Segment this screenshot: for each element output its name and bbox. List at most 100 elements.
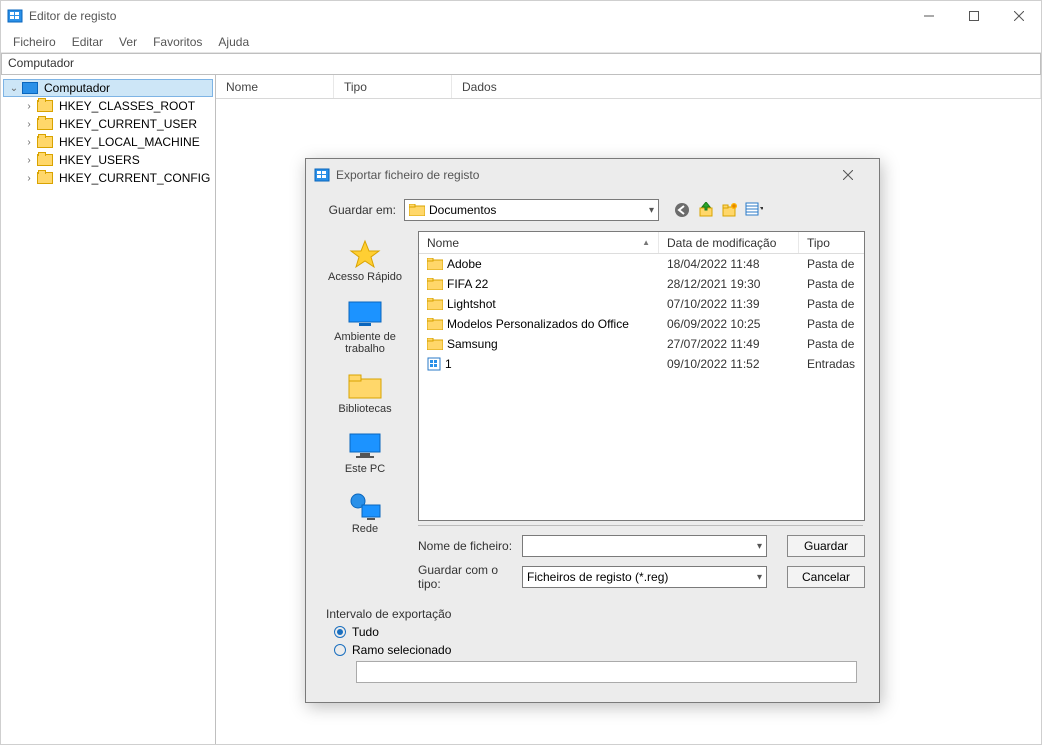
file-type: Pasta de: [799, 337, 864, 351]
tree-node-label: HKEY_LOCAL_MACHINE: [59, 135, 200, 149]
dialog-title: Exportar ficheiro de registo: [336, 168, 479, 182]
address-bar[interactable]: Computador: [1, 53, 1041, 75]
this-pc-shortcut[interactable]: Este PC: [321, 427, 409, 483]
file-row[interactable]: 109/10/2022 11:52Entradas: [419, 354, 864, 374]
dialog-close-button[interactable]: [843, 170, 871, 180]
menu-view[interactable]: Ver: [113, 33, 143, 51]
filelist-col-date[interactable]: Data de modificação: [659, 232, 799, 253]
list-header: Nome Tipo Dados: [216, 75, 1041, 99]
radio-icon: [334, 626, 346, 638]
desktop-icon: [347, 299, 383, 329]
network-shortcut[interactable]: Rede: [321, 487, 409, 543]
radio-icon: [334, 644, 346, 656]
titlebar: Editor de registo: [1, 1, 1041, 31]
chevron-right-icon[interactable]: ›: [23, 173, 35, 184]
tree-node[interactable]: › HKEY_CURRENT_USER: [3, 115, 213, 133]
file-row[interactable]: Lightshot 07/10/2022 11:39Pasta de: [419, 294, 864, 314]
folder-icon: [427, 258, 443, 270]
col-data[interactable]: Dados: [452, 75, 1041, 98]
tree-pane: ⌄ Computador › HKEY_CLASSES_ROOT › HKEY_CUR…: [1, 75, 216, 744]
folder-icon: [37, 136, 53, 148]
folder-icon: [37, 154, 53, 166]
file-list[interactable]: Nome ▲ Data de modificação Tipo Adobe 18/…: [418, 231, 865, 521]
minimize-button[interactable]: [906, 1, 951, 31]
dialog-titlebar: Exportar ficheiro de registo: [306, 159, 879, 191]
chevron-right-icon[interactable]: ›: [23, 137, 35, 148]
radio-branch[interactable]: Ramo selecionado: [334, 643, 859, 657]
folder-icon: [37, 172, 53, 184]
tree-root[interactable]: ⌄ Computador: [3, 79, 213, 97]
save-in-value: Documentos: [429, 203, 496, 217]
filelist-col-type[interactable]: Tipo: [799, 232, 864, 253]
file-name: FIFA 22: [447, 277, 488, 291]
col-type[interactable]: Tipo: [334, 75, 452, 98]
file-name: 1: [445, 357, 452, 371]
desktop-shortcut[interactable]: Ambiente de trabalho: [321, 295, 409, 363]
menu-help[interactable]: Ajuda: [212, 33, 255, 51]
file-type: Pasta de: [799, 297, 864, 311]
folder-icon: [409, 204, 425, 216]
folder-icon: [37, 100, 53, 112]
file-date: 18/04/2022 11:48: [659, 257, 799, 271]
file-date: 09/10/2022 11:52: [659, 357, 799, 371]
tree-node-label: HKEY_USERS: [59, 153, 140, 167]
folder-icon: [427, 278, 443, 290]
file-date: 27/07/2022 11:49: [659, 337, 799, 351]
savetype-combo[interactable]: Ficheiros de registo (*.reg) ▾: [522, 566, 767, 588]
chevron-right-icon[interactable]: ›: [23, 155, 35, 166]
maximize-button[interactable]: [951, 1, 996, 31]
tree-node[interactable]: › HKEY_USERS: [3, 151, 213, 169]
close-button[interactable]: [996, 1, 1041, 31]
filename-label: Nome de ficheiro:: [418, 539, 516, 553]
savetype-label: Guardar com o tipo:: [418, 563, 516, 591]
menubar: Ficheiro Editar Ver Favoritos Ajuda: [1, 31, 1041, 53]
chevron-right-icon[interactable]: ›: [23, 101, 35, 112]
filelist-col-name[interactable]: Nome ▲: [419, 232, 659, 253]
file-type: Pasta de: [799, 257, 864, 271]
file-row[interactable]: Adobe 18/04/2022 11:48Pasta de: [419, 254, 864, 274]
folder-icon: [427, 338, 443, 350]
file-date: 28/12/2021 19:30: [659, 277, 799, 291]
tree-node-label: HKEY_CURRENT_USER: [59, 117, 197, 131]
file-date: 07/10/2022 11:39: [659, 297, 799, 311]
chevron-right-icon[interactable]: ›: [23, 119, 35, 130]
tree-node-label: HKEY_CLASSES_ROOT: [59, 99, 195, 113]
file-name: Lightshot: [447, 297, 496, 311]
menu-fav[interactable]: Favoritos: [147, 33, 208, 51]
export-dialog: Exportar ficheiro de registo Guardar em:…: [305, 158, 880, 703]
tree-node-label: HKEY_CURRENT_CONFIG: [59, 171, 210, 185]
file-row[interactable]: Samsung27/07/2022 11:49Pasta de: [419, 334, 864, 354]
file-name: Adobe: [447, 257, 482, 271]
tree-node[interactable]: › HKEY_CURRENT_CONFIG: [3, 169, 213, 187]
folder-icon: [427, 298, 443, 310]
branch-input[interactable]: [356, 661, 857, 683]
quick-access-shortcut[interactable]: Acesso Rápido: [321, 235, 409, 291]
libraries-shortcut[interactable]: Bibliotecas: [321, 367, 409, 423]
file-row[interactable]: Modelos Personalizados do Office06/09/20…: [419, 314, 864, 334]
col-name[interactable]: Nome: [216, 75, 334, 98]
tree-node[interactable]: › HKEY_CLASSES_ROOT: [3, 97, 213, 115]
save-in-combo[interactable]: Documentos ▾: [404, 199, 659, 221]
up-button[interactable]: [697, 201, 715, 219]
view-menu-button[interactable]: [745, 201, 763, 219]
folder-icon: [427, 318, 443, 330]
file-name: Modelos Personalizados do Office: [447, 317, 629, 331]
tree-node[interactable]: › HKEY_LOCAL_MACHINE: [3, 133, 213, 151]
cancel-button[interactable]: Cancelar: [787, 566, 865, 588]
save-button[interactable]: Guardar: [787, 535, 865, 557]
radio-all[interactable]: Tudo: [334, 625, 859, 639]
app-icon: [7, 8, 23, 24]
tree-root-label: Computador: [44, 81, 110, 95]
menu-file[interactable]: Ficheiro: [7, 33, 62, 51]
folder-icon: [37, 118, 53, 130]
file-type: Pasta de: [799, 277, 864, 291]
new-folder-button[interactable]: [721, 201, 739, 219]
sort-asc-icon: ▲: [642, 238, 650, 247]
menu-edit[interactable]: Editar: [66, 33, 109, 51]
network-icon: [347, 491, 383, 521]
back-button[interactable]: [673, 201, 691, 219]
regedit-icon: [314, 167, 330, 183]
filename-input[interactable]: ▾: [522, 535, 767, 557]
chevron-down-icon[interactable]: ⌄: [8, 83, 20, 94]
file-row[interactable]: FIFA 22 28/12/2021 19:30Pasta de: [419, 274, 864, 294]
